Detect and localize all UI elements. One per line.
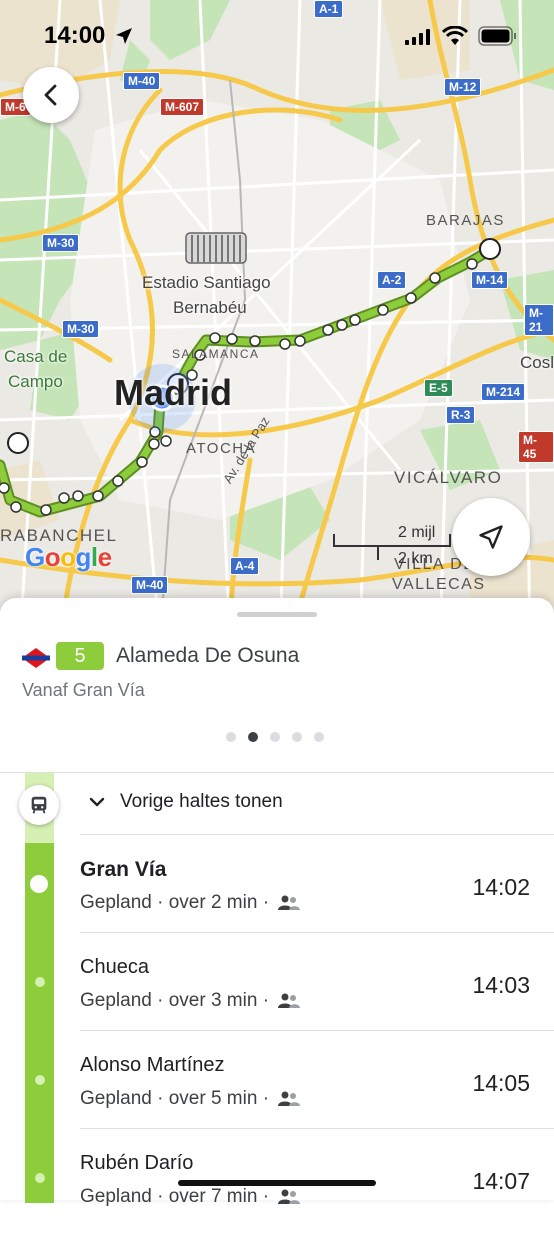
divider [80, 1030, 554, 1031]
stop-status: Gepland · over 3 min · [80, 990, 301, 1012]
google-logo: Google [25, 542, 112, 572]
show-previous-stops-label: Vorige haltes tonen [120, 791, 283, 812]
map-view[interactable]: M-40 M-607 M-12 M-30 M-30 A-2 M-14 E-5 M… [0, 0, 554, 640]
stop-status-text: Gepland · over 7 min · [80, 1186, 270, 1207]
wifi-icon [442, 26, 468, 45]
stop-name: Rubén Darío [80, 1152, 194, 1174]
stop-name: Alonso Martínez [80, 1054, 225, 1076]
divider [80, 834, 554, 835]
route-line-upcoming [25, 843, 54, 1203]
origin-stop-label: Vanaf Gran Vía [22, 680, 145, 700]
divider [80, 932, 554, 933]
district-label: VICÁLVARO [394, 468, 503, 487]
chevron-down-icon [89, 797, 105, 807]
road-shield: M-45 [518, 431, 554, 463]
road-shield: M-30 [42, 234, 80, 252]
scale-miles: 2 mijl [398, 524, 436, 541]
place-label: Campo [8, 372, 63, 391]
road-shield: M-30 [62, 320, 100, 338]
stop-row[interactable]: Gran Vía Gepland · over 2 min · 14:02 [80, 858, 554, 954]
road-shield: E-5 [424, 379, 453, 397]
stop-marker-current [30, 875, 48, 893]
stop-row[interactable]: Alonso Martínez Gepland · over 5 min · 1… [80, 1054, 554, 1150]
page-dot[interactable] [292, 732, 302, 742]
road-shield: A-4 [230, 557, 260, 575]
crowd-icon [278, 1091, 301, 1106]
scale-km: 2 km [398, 550, 433, 567]
navigation-arrow-icon [479, 525, 503, 549]
chevron-left-icon [44, 84, 57, 106]
stop-status: Gepland · over 5 min · [80, 1088, 301, 1110]
district-label: BARAJAS [426, 212, 505, 229]
stop-time: 14:07 [472, 1168, 530, 1194]
place-label: Casa de [4, 347, 68, 366]
road-shield: M-40 [123, 72, 161, 90]
divider [0, 772, 554, 773]
recenter-button[interactable] [452, 498, 530, 576]
sheet-drag-handle[interactable] [237, 612, 317, 617]
page-dot-active[interactable] [248, 732, 258, 742]
stop-row[interactable]: Chueca Gepland · over 3 min · 14:03 [80, 956, 554, 1052]
status-bar: 14:00 [0, 0, 554, 70]
status-clock: 14:00 [44, 22, 106, 49]
stop-name: Chueca [80, 956, 149, 978]
location-arrow-icon [116, 28, 132, 44]
vehicle-icon [19, 785, 59, 825]
page-dot[interactable] [314, 732, 324, 742]
stop-marker [35, 977, 45, 987]
back-button[interactable] [23, 67, 79, 123]
stop-time: 14:03 [472, 972, 530, 998]
stop-marker [35, 1075, 45, 1085]
train-icon [31, 796, 47, 814]
crowd-icon [278, 895, 301, 910]
road-shield: M-214 [481, 383, 526, 401]
stop-status-text: Gepland · over 3 min · [80, 990, 270, 1011]
stop-row[interactable]: Rubén Darío Gepland · over 7 min · 14:07 [80, 1152, 554, 1248]
stop-status: Gepland · over 2 min · [80, 892, 301, 914]
line-destination: Alameda De Osuna [116, 644, 300, 667]
show-previous-stops-button[interactable]: Vorige haltes tonen [88, 791, 283, 813]
road-shield: A-2 [377, 271, 407, 289]
stop-time: 14:02 [472, 874, 530, 900]
divider [80, 1128, 554, 1129]
place-label: Bernabéu [173, 298, 247, 317]
city-label: Madrid [114, 372, 233, 413]
page-dot[interactable] [226, 732, 236, 742]
district-label: SALAMANCA [172, 347, 260, 361]
page-indicator[interactable] [226, 732, 324, 742]
metro-logo-icon [22, 648, 50, 668]
line-badge: 5 [56, 642, 104, 670]
signal-icon [405, 29, 430, 45]
battery-icon [478, 26, 516, 46]
road-shield: R-3 [446, 406, 476, 424]
road-shield: M-607 [160, 98, 205, 116]
place-label: Estadio Santiago [142, 273, 271, 292]
stadium-icon [185, 232, 247, 264]
road-shield: M-21 [524, 304, 554, 336]
page-dot[interactable] [270, 732, 280, 742]
district-label: VALLECAS [392, 576, 486, 593]
stop-status: Gepland · over 7 min · [80, 1186, 301, 1208]
stop-time: 14:05 [472, 1070, 530, 1096]
place-label: Cosl [520, 353, 554, 372]
crowd-icon [278, 1189, 301, 1204]
crowd-icon [278, 993, 301, 1008]
stop-status-text: Gepland · over 5 min · [80, 1088, 270, 1109]
stop-status-text: Gepland · over 2 min · [80, 892, 270, 913]
road-shield: M-12 [444, 78, 482, 96]
transit-details-sheet[interactable]: 5 Alameda De Osuna Vanaf Gran Vía Vorige… [0, 598, 554, 1207]
road-shield: M-40 [131, 576, 169, 594]
road-shield: M-14 [471, 271, 509, 289]
stop-name: Gran Vía [80, 858, 167, 881]
stop-marker [35, 1173, 45, 1183]
home-indicator[interactable] [178, 1180, 376, 1186]
